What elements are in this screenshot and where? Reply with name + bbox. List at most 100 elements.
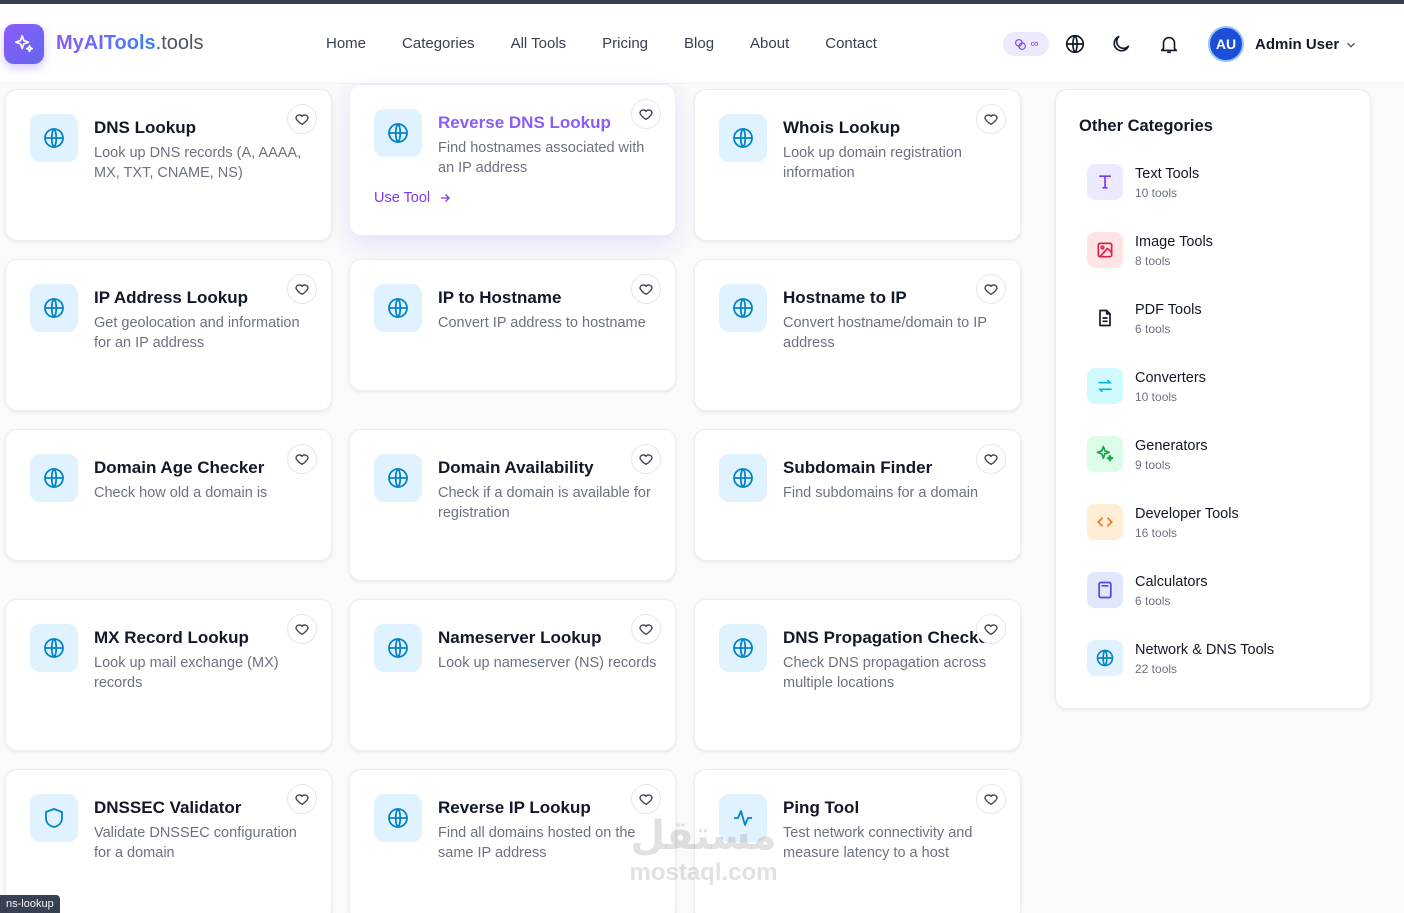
coins-icon xyxy=(1014,38,1026,50)
favorite-button[interactable] xyxy=(976,614,1006,644)
tool-card-nameserver-lookup[interactable]: Nameserver Lookup Look up nameserver (NS… xyxy=(349,599,676,751)
category-item-calculators[interactable]: Calculators 6 tools xyxy=(1087,572,1347,612)
tool-title: IP Address Lookup xyxy=(94,288,248,307)
tool-description: Find all domains hosted on the same IP a… xyxy=(438,825,636,861)
heart-icon xyxy=(295,284,309,295)
category-item-network-dns-tools[interactable]: Network & DNS Tools 22 tools xyxy=(1087,640,1347,680)
heart-icon xyxy=(639,624,653,635)
tool-description: Convert hostname/domain to IP address xyxy=(783,315,987,351)
tool-icon-box xyxy=(719,794,767,842)
moon-icon[interactable] xyxy=(1110,33,1132,55)
tool-card-subdomain-finder[interactable]: Subdomain Finder Find subdomains for a d… xyxy=(694,429,1021,561)
tool-card-ping-tool[interactable]: Ping Tool Test network connectivity and … xyxy=(694,769,1021,913)
tool-card-domain-availability[interactable]: Domain Availability Check if a domain is… xyxy=(349,429,676,581)
tool-description: Validate DNSSEC configuration for a doma… xyxy=(94,825,297,861)
favorite-button[interactable] xyxy=(287,104,317,134)
category-name: PDF Tools xyxy=(1135,302,1202,318)
nav-categories[interactable]: Categories xyxy=(402,35,475,52)
favorite-button[interactable] xyxy=(287,274,317,304)
nav-about[interactable]: About xyxy=(750,35,789,52)
favorite-button[interactable] xyxy=(976,444,1006,474)
tool-card-dnssec-validator[interactable]: DNSSEC Validator Validate DNSSEC configu… xyxy=(5,769,332,913)
main-nav: Home Categories All Tools Pricing Blog A… xyxy=(326,35,913,52)
tool-icon-box xyxy=(30,454,78,502)
nav-home[interactable]: Home xyxy=(326,35,366,52)
user-name[interactable]: Admin User xyxy=(1255,36,1339,53)
tool-description: Check how old a domain is xyxy=(94,485,268,501)
favorite-button[interactable] xyxy=(287,614,317,644)
nav-pricing[interactable]: Pricing xyxy=(602,35,648,52)
tool-description: Look up nameserver (NS) records xyxy=(438,655,657,671)
nav-all-tools[interactable]: All Tools xyxy=(511,35,567,52)
category-name: Text Tools xyxy=(1135,166,1200,182)
nav-blog[interactable]: Blog xyxy=(684,35,714,52)
favorite-button[interactable] xyxy=(631,274,661,304)
heart-icon xyxy=(639,454,653,465)
tool-card-reverse-ip-lookup[interactable]: Reverse IP Lookup Find all domains hoste… xyxy=(349,769,676,913)
category-item-converters[interactable]: Converters 10 tools xyxy=(1087,368,1347,408)
category-count: 8 tools xyxy=(1135,254,1171,268)
tool-title: Hostname to IP xyxy=(783,288,907,307)
tool-description: Get geolocation and information for an I… xyxy=(94,315,300,351)
tool-card-ip-address-lookup[interactable]: IP Address Lookup Get geolocation and in… xyxy=(5,259,332,411)
category-item-generators[interactable]: Generators 9 tools xyxy=(1087,436,1347,476)
heart-icon xyxy=(984,114,998,125)
category-item-text-tools[interactable]: Text Tools 10 tools xyxy=(1087,164,1347,204)
tool-card-mx-record-lookup[interactable]: MX Record Lookup Look up mail exchange (… xyxy=(5,599,332,751)
heart-icon xyxy=(295,454,309,465)
shield-icon xyxy=(45,808,63,828)
category-item-developer-tools[interactable]: Developer Tools 16 tools xyxy=(1087,504,1347,544)
tool-card-ip-to-hostname[interactable]: IP to Hostname Convert IP address to hos… xyxy=(349,259,676,391)
brand-name[interactable]: MyAITools.tools xyxy=(56,32,203,55)
tool-icon-box xyxy=(719,114,767,162)
tool-description: Check if a domain is available for regis… xyxy=(438,485,651,521)
category-icon-box xyxy=(1087,640,1123,676)
category-item-image-tools[interactable]: Image Tools 8 tools xyxy=(1087,232,1347,272)
favorite-button[interactable] xyxy=(631,614,661,644)
heart-icon xyxy=(984,454,998,465)
bell-icon[interactable] xyxy=(1158,33,1180,55)
favorite-button[interactable] xyxy=(287,444,317,474)
tool-card-dns-propagation-checker[interactable]: DNS Propagation Checker Check DNS propag… xyxy=(694,599,1021,751)
tool-icon-box xyxy=(374,284,422,332)
chevron-down-icon[interactable] xyxy=(1344,38,1358,52)
brand-suffix-text: .tools xyxy=(155,32,204,54)
nav-contact[interactable]: Contact xyxy=(825,35,877,52)
favorite-button[interactable] xyxy=(287,784,317,814)
favorite-button[interactable] xyxy=(976,104,1006,134)
favorite-button[interactable] xyxy=(631,784,661,814)
category-icon-box xyxy=(1087,164,1123,200)
tool-card-domain-age-checker[interactable]: Domain Age Checker Check how old a domai… xyxy=(5,429,332,561)
category-name: Network & DNS Tools xyxy=(1135,642,1275,658)
tool-card-hostname-to-ip[interactable]: Hostname to IP Convert hostname/domain t… xyxy=(694,259,1021,411)
tool-icon-box xyxy=(719,624,767,672)
tool-card-whois-lookup[interactable]: Whois Lookup Look up domain registration… xyxy=(694,89,1021,241)
tool-description: Find subdomains for a domain xyxy=(783,485,979,501)
other-categories-panel: Other Categories Text Tools 10 tools Ima… xyxy=(1055,89,1371,709)
tool-description: Convert IP address to hostname xyxy=(438,315,646,331)
tool-card-dns-lookup[interactable]: DNS Lookup Look up DNS records (A, AAAA,… xyxy=(5,89,332,241)
use-tool-link[interactable]: Use Tool xyxy=(374,190,452,206)
favorite-button[interactable] xyxy=(976,784,1006,814)
arrows-icon xyxy=(1097,379,1113,393)
globe-icon xyxy=(388,468,408,488)
globe-icon xyxy=(388,123,408,143)
avatar[interactable]: AU xyxy=(1208,26,1244,62)
tool-card-reverse-dns-lookup[interactable]: Reverse DNS Lookup Find hostnames associ… xyxy=(349,84,676,236)
credits-badge[interactable]: ∞ xyxy=(1003,32,1049,56)
globe-icon xyxy=(44,468,64,488)
brand-logo[interactable] xyxy=(4,24,44,64)
favorite-button[interactable] xyxy=(976,274,1006,304)
calculator-icon xyxy=(1098,581,1112,599)
heart-icon xyxy=(984,794,998,805)
panel-title: Other Categories xyxy=(1079,117,1213,135)
category-icon-box xyxy=(1087,368,1123,404)
globe-icon[interactable] xyxy=(1064,33,1086,55)
favorite-button[interactable] xyxy=(631,444,661,474)
favorite-button[interactable] xyxy=(631,99,661,129)
tool-title: MX Record Lookup xyxy=(94,628,249,647)
tool-title: Domain Age Checker xyxy=(94,458,265,477)
heart-icon xyxy=(639,794,653,805)
category-icon-box xyxy=(1087,232,1123,268)
category-item-pdf-tools[interactable]: PDF Tools 6 tools xyxy=(1087,300,1347,340)
